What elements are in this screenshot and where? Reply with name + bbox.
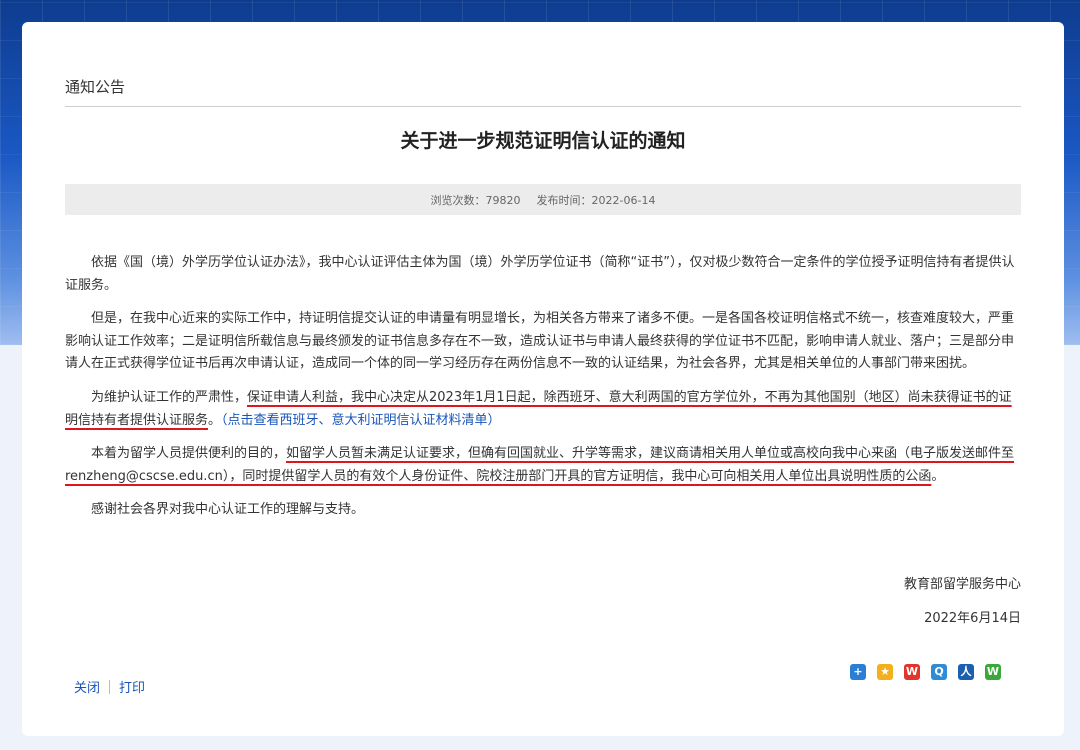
qzone-star-icon[interactable]: ★	[877, 664, 893, 680]
footer-separator	[109, 679, 111, 694]
renren-icon[interactable]: 人	[958, 664, 974, 680]
paragraph: 为维护认证工作的严肃性，保证申请人利益，我中心决定从2023年1月1日起，除西班…	[65, 389, 1012, 428]
signature-org: 教育部留学服务中心	[903, 577, 1021, 592]
share-icons: + ★ W Q 人 W	[850, 664, 1001, 680]
section-label: 通知公告	[65, 78, 126, 96]
paragraph: 依据《国（境）外学历学位认证办法》，我中心认证评估主体为国（境）外学历学位证书（…	[65, 255, 1015, 293]
section-divider	[65, 106, 1021, 107]
article-body: 依据《国（境）外学历学位认证办法》，我中心认证评估主体为国（境）外学历学位证书（…	[65, 252, 1021, 533]
signature-date: 2022年6月14日	[924, 611, 1021, 626]
tencent-weibo-icon[interactable]: Q	[931, 664, 947, 680]
article-title: 关于进一步规范证明信认证的通知	[400, 130, 686, 152]
paragraph: 感谢社会各界对我中心认证工作的理解与支持。	[91, 502, 365, 518]
article-meta-bar: 浏览次数：79820 发布时间：2022-06-14	[65, 184, 1021, 215]
view-count: 浏览次数：79820	[430, 193, 521, 207]
wechat-icon[interactable]: W	[985, 664, 1001, 680]
material-list-link[interactable]: （点击查看西班牙、意大利证明信认证材料清单）	[221, 413, 501, 428]
share-plus-icon[interactable]: +	[850, 664, 866, 680]
article-card: 通知公告 关于进一步规范证明信认证的通知 浏览次数：79820 发布时间：202…	[22, 22, 1064, 736]
footer-links: 关闭 打印	[74, 677, 145, 696]
publish-date: 发布时间：2022-06-14	[536, 193, 656, 207]
weibo-icon[interactable]: W	[904, 664, 920, 680]
print-link[interactable]: 打印	[119, 677, 145, 696]
paragraph: 但是，在我中心近来的实际工作中，持证明信提交认证的申请量有明显增长，为相关各方带…	[65, 311, 1015, 372]
paragraph: 本着为留学人员提供便利的目的，如留学人员暂未满足认证要求，但确有回国就业、升学等…	[65, 446, 1015, 484]
close-link[interactable]: 关闭	[74, 677, 100, 696]
